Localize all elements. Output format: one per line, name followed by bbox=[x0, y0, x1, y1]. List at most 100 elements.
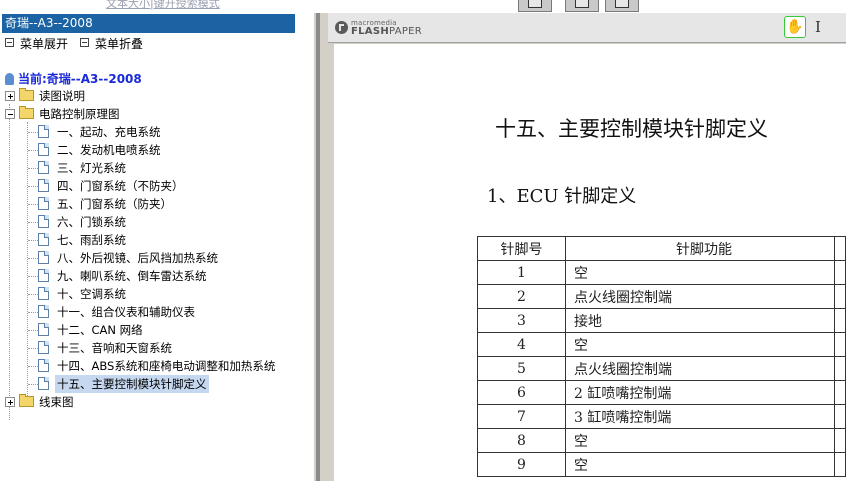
tree-item-label: 八、外后视镜、后风挡加热系统 bbox=[57, 251, 218, 265]
table-row: 8空 bbox=[477, 428, 846, 453]
tree-item-label: 十、空调系统 bbox=[57, 287, 126, 301]
text-cursor-icon[interactable]: I bbox=[815, 18, 821, 36]
expand-icon bbox=[5, 38, 14, 47]
table-row: 5 点火线圈控制端 bbox=[477, 356, 846, 381]
hand-icon[interactable]: ✋ bbox=[784, 16, 806, 38]
window-icon bbox=[528, 0, 542, 8]
window-icon bbox=[615, 0, 629, 8]
pin-number-cell: 1 bbox=[477, 260, 566, 285]
tree-item-label: 十三、音响和天窗系统 bbox=[57, 341, 172, 355]
pin-number-cell: 6 bbox=[477, 380, 566, 405]
tree-item-label: 二、发动机电喷系统 bbox=[57, 143, 161, 157]
pin-number-cell: 3 bbox=[477, 308, 566, 333]
table-row: 9空 bbox=[477, 452, 846, 477]
table-cell-extra bbox=[834, 356, 846, 381]
pin-number-cell: 7 bbox=[477, 404, 566, 429]
tree-item-label: 六、门锁系统 bbox=[57, 215, 126, 229]
tree-item-label: 三、灯光系统 bbox=[57, 161, 126, 175]
current-location: 当前:奇瑞--A3--2008 bbox=[5, 70, 142, 87]
pin-function-cell: 接地 bbox=[565, 308, 835, 333]
document-icon bbox=[38, 143, 49, 156]
tree-item-label: 五、门窗系统（防夹） bbox=[57, 197, 172, 211]
table-header-row: 针脚号 针脚功能 bbox=[477, 236, 846, 261]
tree-label: 电路控制原理图 bbox=[39, 107, 120, 121]
document-icon bbox=[38, 305, 49, 318]
pin-function-cell: 空 bbox=[565, 260, 835, 285]
folder-icon bbox=[19, 394, 34, 407]
tree-item-label: 十五、主要控制模块针脚定义 bbox=[55, 375, 209, 393]
pin-function-cell: 3 缸喷嘴控制端 bbox=[565, 404, 835, 429]
folder-open-icon bbox=[19, 106, 34, 119]
flashpaper-logo-icon bbox=[335, 21, 348, 34]
pin-number-cell: 4 bbox=[477, 332, 566, 357]
tree-item-label: 九、喇叭系统、倒车雷达系统 bbox=[57, 269, 207, 283]
sidebar-title: 奇瑞--A3--2008 bbox=[2, 14, 295, 33]
collapse-label: 菜单折叠 bbox=[95, 37, 144, 51]
tree-label: 读图说明 bbox=[39, 89, 85, 103]
table-row: 3 接地 bbox=[477, 308, 846, 333]
sidebar: 奇瑞--A3--2008 菜单展开 菜单折叠 当前:奇瑞--A3--2008 读… bbox=[0, 13, 314, 481]
collapse-all-button[interactable]: 菜单折叠 bbox=[80, 37, 143, 51]
tree-item-label: 十二、CAN 网络 bbox=[57, 323, 143, 337]
table-row: 2 点火线圈控制端 bbox=[477, 284, 846, 309]
pin-function-cell: 空 bbox=[565, 452, 835, 477]
document-icon bbox=[38, 161, 49, 174]
table-cell-extra bbox=[834, 452, 846, 477]
document-icon bbox=[38, 287, 49, 300]
table-cell-extra bbox=[834, 236, 846, 261]
document-icon bbox=[38, 341, 49, 354]
table-cell-extra bbox=[834, 380, 846, 405]
toolbar-button-2[interactable] bbox=[565, 0, 599, 12]
splitter-bar bbox=[316, 13, 320, 481]
top-link[interactable]: 文本大小|键开授索模式 bbox=[106, 0, 220, 11]
expand-all-button[interactable]: 菜单展开 bbox=[5, 37, 68, 51]
table-cell-extra bbox=[834, 260, 846, 285]
toolbar-button-3[interactable] bbox=[605, 0, 639, 12]
tree-item-label: 七、雨刮系统 bbox=[57, 233, 126, 247]
table-row: 1空 bbox=[477, 260, 846, 285]
table-row: 4空 bbox=[477, 332, 846, 357]
pin-function-cell: 点火线圈控制端 bbox=[565, 356, 835, 381]
pin-function-cell: 点火线圈控制端 bbox=[565, 284, 835, 309]
folder-icon bbox=[19, 88, 34, 101]
table-cell-extra bbox=[834, 284, 846, 309]
pin-number-cell: 5 bbox=[477, 356, 566, 381]
location-icon bbox=[5, 73, 14, 85]
tree-item-label: 四、门窗系统（不防夹） bbox=[57, 179, 184, 193]
brand-name: FLASHPAPER bbox=[351, 26, 422, 37]
tree-item-label: 一、起动、充电系统 bbox=[57, 125, 161, 139]
pin-function-cell: 空 bbox=[565, 332, 835, 357]
expand-toggle-icon[interactable] bbox=[5, 397, 15, 407]
header-pin-number: 针脚号 bbox=[477, 236, 566, 261]
table-cell-extra bbox=[834, 428, 846, 453]
pin-number-cell: 8 bbox=[477, 428, 566, 453]
pin-number-cell: 9 bbox=[477, 452, 566, 477]
toolbar-button-1[interactable] bbox=[518, 0, 552, 12]
document-icon bbox=[38, 269, 49, 282]
document-icon bbox=[38, 233, 49, 246]
brand-name-light: PAPER bbox=[389, 26, 423, 37]
document-subtitle: 1、ECU 针脚定义 bbox=[487, 186, 637, 207]
table-cell-extra bbox=[834, 308, 846, 333]
document-icon bbox=[38, 125, 49, 138]
tree-item-label: 十四、ABS系统和座椅电动调整和加热系统 bbox=[57, 359, 276, 373]
document-icon bbox=[38, 179, 49, 192]
pin-function-cell: 2 缸喷嘴控制端 bbox=[565, 380, 835, 405]
expand-label: 菜单展开 bbox=[20, 37, 69, 51]
window-icon bbox=[575, 0, 589, 8]
document-icon bbox=[38, 377, 49, 390]
pin-function-cell: 空 bbox=[565, 428, 835, 453]
table-cell-extra bbox=[834, 332, 846, 357]
brand-name-bold: FLASH bbox=[351, 26, 390, 37]
top-strip: 文本大小|键开授索模式 bbox=[0, 0, 846, 13]
current-label: 当前:奇瑞--A3--2008 bbox=[18, 72, 142, 86]
document-icon bbox=[38, 359, 49, 372]
document-title: 十五、主要控制模块针脚定义 bbox=[495, 117, 768, 141]
collapse-icon bbox=[80, 38, 89, 47]
collapse-toggle-icon[interactable] bbox=[5, 109, 15, 119]
document-icon bbox=[38, 251, 49, 264]
tree-label: 线束图 bbox=[39, 395, 74, 409]
document-icon bbox=[38, 215, 49, 228]
expand-toggle-icon[interactable] bbox=[5, 91, 15, 101]
pin-definition-table: 针脚号 针脚功能 1 空 2 点火线圈控制端 3 接地 4 空 5 点火线圈控制端 6 2 缸喷嘴控制端 7… bbox=[477, 236, 846, 477]
